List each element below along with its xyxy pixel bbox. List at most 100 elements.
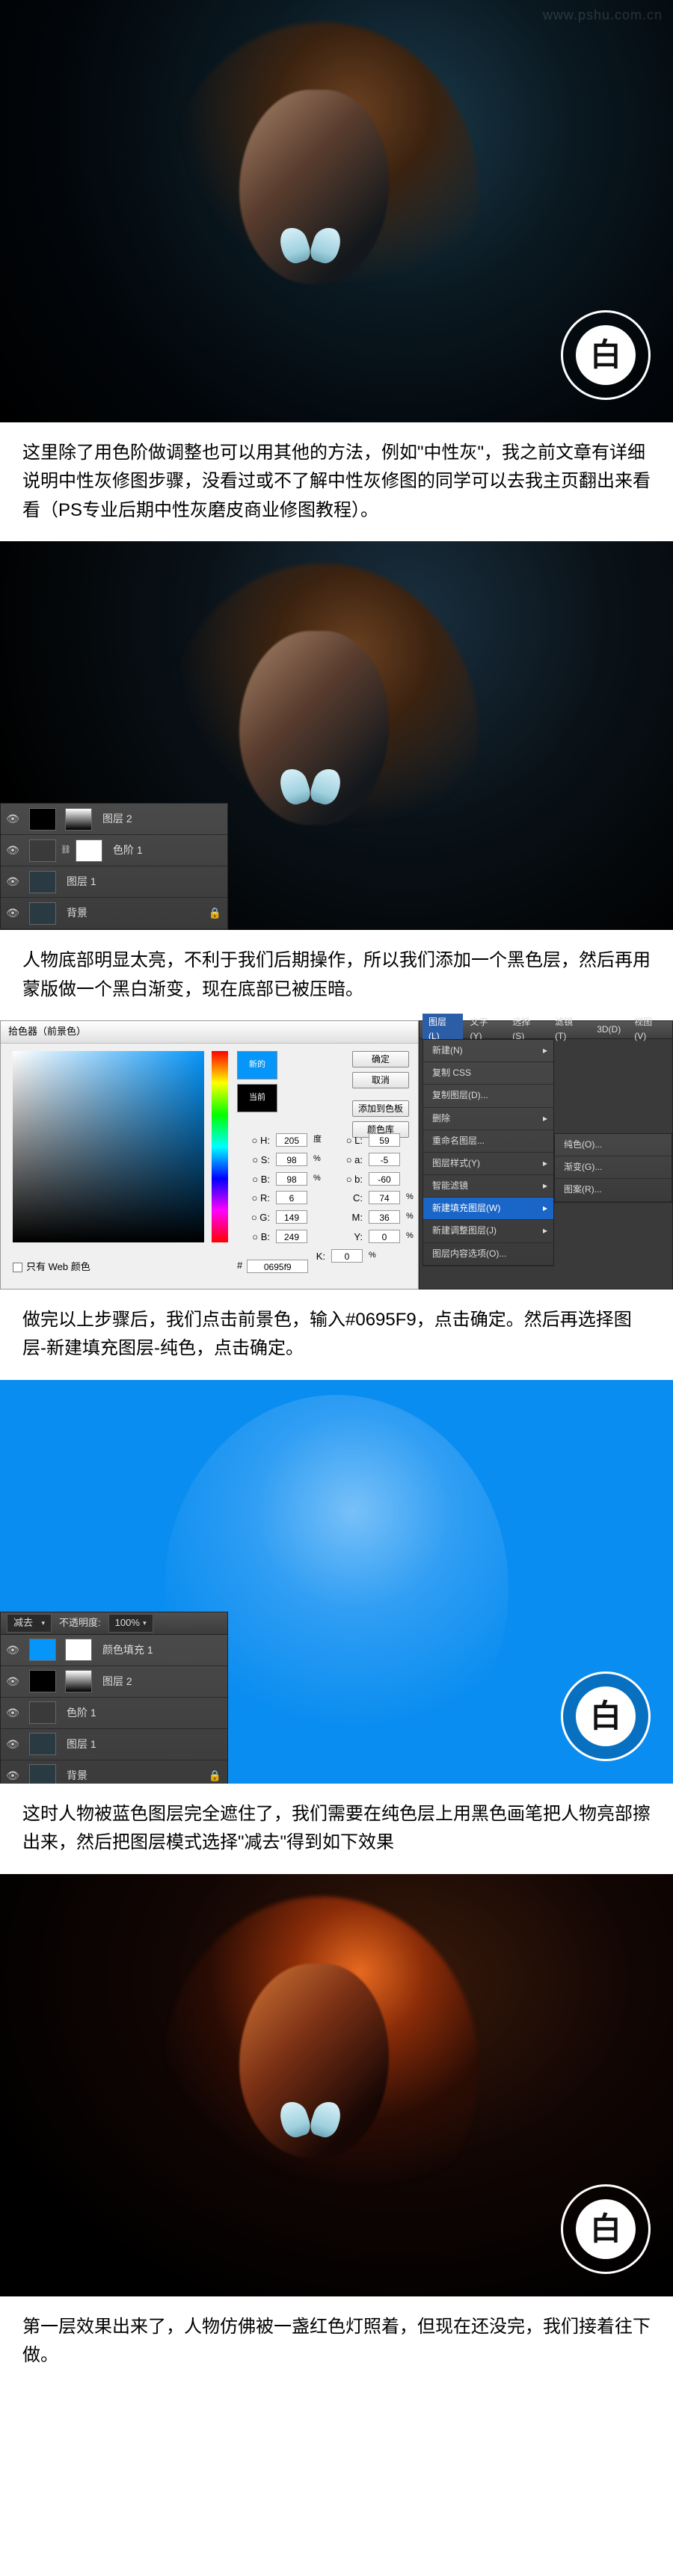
- layer-thumbnail: [29, 1639, 56, 1661]
- field-unit: [406, 1153, 417, 1168]
- menu-item[interactable]: 重命名图层...: [423, 1130, 553, 1153]
- submenu-arrow-icon: ▸: [543, 1179, 547, 1193]
- menu-item[interactable]: 新建填充图层(W)▸: [423, 1198, 553, 1220]
- menu-item[interactable]: 新建(N)▸: [423, 1040, 553, 1062]
- swatch-current: 当前: [237, 1084, 277, 1112]
- layer-name: 色阶 1: [107, 842, 227, 858]
- field-label: ○ S:: [237, 1153, 270, 1168]
- submenu-item[interactable]: 图案(R)...: [555, 1179, 672, 1201]
- menu-item[interactable]: 图层内容选项(O)...: [423, 1243, 553, 1266]
- web-color-checkbox[interactable]: [13, 1263, 22, 1272]
- menu-4[interactable]: 3D(D): [591, 1021, 627, 1038]
- layer-thumbnail: [29, 902, 56, 925]
- field-input[interactable]: 6: [276, 1191, 307, 1204]
- field-input[interactable]: 249: [276, 1230, 307, 1243]
- visibility-eye-icon[interactable]: 👁: [1, 810, 25, 827]
- portrait-face: [194, 1919, 449, 2233]
- tutorial-image-3: 减去▾ 不透明度: 100%▾ 👁颜色填充 1👁图层 2👁色阶 1👁图层 1👁背…: [0, 1380, 673, 1784]
- layer-thumbnail: [29, 871, 56, 893]
- butterfly-icon: [277, 2098, 344, 2143]
- field-row: ○ B:98%○ b:-60: [237, 1172, 417, 1188]
- field-input[interactable]: 59: [369, 1133, 400, 1147]
- layer-name: 背景: [61, 1767, 209, 1784]
- submenu-item[interactable]: 纯色(O)...: [555, 1134, 672, 1156]
- layers-panel-overlay: 减去▾ 不透明度: 100%▾ 👁颜色填充 1👁图层 2👁色阶 1👁图层 1👁背…: [0, 1612, 228, 1784]
- field-row: ○ G:149 M:36%: [237, 1210, 417, 1226]
- visibility-eye-icon[interactable]: 👁: [1, 1673, 25, 1689]
- field-input[interactable]: 0: [331, 1249, 363, 1263]
- blend-mode-row: 减去▾ 不透明度: 100%▾: [0, 1612, 228, 1634]
- paragraph-2: 人物底部明显太亮，不利于我们后期操作，所以我们添加一个黑色层，然后再用蒙版做一个…: [0, 930, 673, 1020]
- layer-row[interactable]: 👁图层 1: [1, 1729, 227, 1760]
- opacity-label: 不透明度:: [59, 1615, 101, 1631]
- visibility-eye-icon[interactable]: 👁: [1, 1704, 25, 1721]
- blend-mode-select[interactable]: 减去▾: [7, 1614, 52, 1633]
- field-unit: [313, 1210, 324, 1226]
- field-input[interactable]: 98: [276, 1172, 307, 1186]
- field-unit: %: [406, 1230, 417, 1245]
- menu-item[interactable]: 删除▸: [423, 1108, 553, 1130]
- field-row: ○ S:98%○ a:-5: [237, 1153, 417, 1168]
- visibility-eye-icon[interactable]: 👁: [1, 873, 25, 890]
- chevron-down-icon: ▾: [41, 1618, 45, 1628]
- field-input[interactable]: 98: [276, 1153, 307, 1166]
- layer-row[interactable]: 👁图层 1: [1, 866, 227, 898]
- layer-row[interactable]: 👁图层 2: [1, 804, 227, 835]
- field-label: Y:: [330, 1230, 363, 1245]
- visibility-eye-icon[interactable]: 👁: [1, 842, 25, 858]
- submenu-item[interactable]: 渐变(G)...: [555, 1156, 672, 1179]
- visibility-eye-icon[interactable]: 👁: [1, 1736, 25, 1752]
- portrait-face: [194, 586, 449, 900]
- hue-slider[interactable]: [212, 1051, 228, 1242]
- visibility-eye-icon[interactable]: 👁: [1, 1642, 25, 1658]
- layer-menu-dropdown: 新建(N)▸复制 CSS复制图层(D)...删除▸重命名图层...图层样式(Y)…: [422, 1039, 554, 1266]
- paragraph-5: 第一层效果出来了，人物仿佛被一盏红色灯照着，但现在还没完，我们接着往下做。: [0, 2296, 673, 2387]
- field-input[interactable]: 36: [369, 1210, 400, 1224]
- field-input[interactable]: 149: [276, 1210, 307, 1224]
- field-label: M:: [330, 1210, 363, 1226]
- field-label: ○ H:: [237, 1133, 270, 1149]
- layer-name: 图层 2: [96, 1673, 227, 1689]
- menu-item[interactable]: 图层样式(Y)▸: [423, 1153, 553, 1175]
- menu-3[interactable]: 滤镜(T): [549, 1014, 589, 1045]
- paragraph-4: 这时人物被蓝色图层完全遮住了，我们需要在纯色层上用黑色画笔把人物亮部擦出来，然后…: [0, 1784, 673, 1874]
- link-icon: ⛓: [61, 844, 71, 857]
- menubar: 图层(L)文字(Y)选择(S)滤镜(T)3D(D)视图(V): [420, 1021, 672, 1039]
- add-swatch-button[interactable]: 添加到色板: [352, 1100, 409, 1117]
- layer-row[interactable]: 👁 图层 2: [1, 1666, 227, 1698]
- cancel-button[interactable]: 取消: [352, 1072, 409, 1088]
- field-input[interactable]: 74: [369, 1191, 400, 1204]
- lock-icon: 🔒: [209, 905, 227, 921]
- layer-thumbnail: [65, 808, 92, 831]
- swatch-new: 新的: [237, 1051, 277, 1079]
- visibility-eye-icon[interactable]: 👁: [1, 1767, 25, 1784]
- field-unit: %: [406, 1210, 417, 1226]
- field-input[interactable]: -60: [369, 1172, 400, 1186]
- layer-thumbnail: [29, 1670, 56, 1692]
- hex-field-row: # 0695f9: [237, 1258, 308, 1274]
- ok-button[interactable]: 确定: [352, 1051, 409, 1067]
- field-input[interactable]: 0: [369, 1230, 400, 1243]
- color-picker-dialog[interactable]: 拾色器（前景色） 新的 当前 确定 取消 添加到色板 颜色库 ○ H:205度○…: [0, 1020, 419, 1289]
- layer-row[interactable]: 👁背景🔒: [1, 898, 227, 929]
- field-unit: [406, 1133, 417, 1149]
- submenu-arrow-icon: ▸: [543, 1224, 547, 1238]
- layer-row[interactable]: 👁 ⛓ 色阶 1: [1, 835, 227, 866]
- menu-item[interactable]: 复制图层(D)...: [423, 1085, 553, 1107]
- opacity-select[interactable]: 100%▾: [108, 1614, 153, 1633]
- layer-thumbnail: [29, 839, 56, 862]
- visibility-eye-icon[interactable]: 👁: [1, 905, 25, 921]
- field-input[interactable]: -5: [369, 1153, 400, 1166]
- field-input[interactable]: 205: [276, 1133, 307, 1147]
- layer-row[interactable]: 👁颜色填充 1: [1, 1635, 227, 1666]
- menu-item[interactable]: 复制 CSS: [423, 1062, 553, 1085]
- layer-row[interactable]: 👁背景🔒: [1, 1760, 227, 1784]
- layer-row[interactable]: 👁色阶 1: [1, 1698, 227, 1729]
- menu-item[interactable]: 智能滤镜▸: [423, 1175, 553, 1198]
- layer-menu-screenshot: 图层(L)文字(Y)选择(S)滤镜(T)3D(D)视图(V) 新建(N)▸复制 …: [419, 1020, 673, 1289]
- hex-input[interactable]: 0695f9: [247, 1260, 308, 1273]
- submenu-arrow-icon: ▸: [543, 1044, 547, 1058]
- menu-5[interactable]: 视图(V): [628, 1014, 669, 1045]
- color-field[interactable]: [13, 1051, 204, 1242]
- menu-item[interactable]: 新建调整图层(J)▸: [423, 1220, 553, 1242]
